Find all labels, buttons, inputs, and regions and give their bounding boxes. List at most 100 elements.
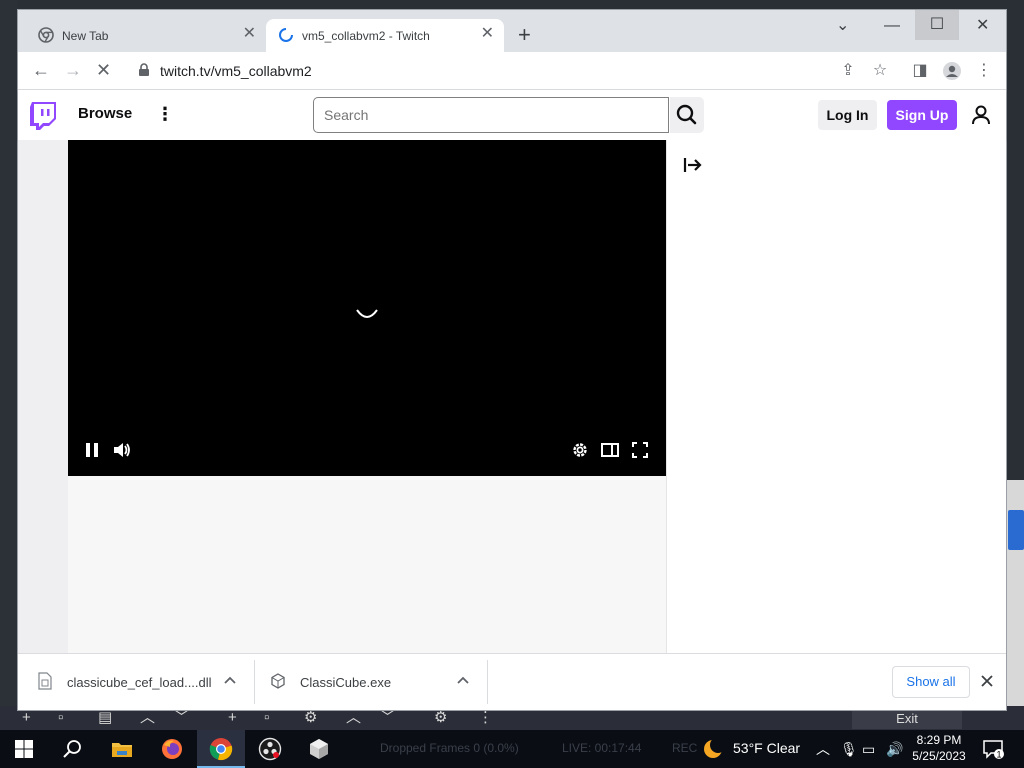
weather-readout[interactable]: 53°F Clear <box>733 740 800 756</box>
firefox-icon[interactable] <box>160 737 184 761</box>
plus-icon[interactable]: + <box>228 710 237 726</box>
collapse-chat-icon[interactable] <box>683 156 703 174</box>
windows-start-icon[interactable] <box>12 737 36 761</box>
minimize-icon[interactable]: — <box>884 16 900 36</box>
file-explorer-icon[interactable] <box>110 737 134 761</box>
browser-window: New Tab ✕ vm5_collabvm2 - Twitch ✕ + ⌄ —… <box>18 10 1006 710</box>
chat-panel <box>666 140 1006 653</box>
close-tab-icon[interactable]: ✕ <box>481 26 494 42</box>
background-terminal-text <box>0 370 10 490</box>
channel-info-area <box>68 476 666 653</box>
share-icon[interactable]: ⇪ <box>838 61 858 81</box>
gear-icon[interactable]: ⚙ <box>434 710 447 726</box>
download-item[interactable]: ClassiCube.exe <box>255 660 488 704</box>
classicube-icon[interactable] <box>307 737 331 761</box>
tab-twitch[interactable]: vm5_collabvm2 - Twitch ✕ <box>266 19 504 52</box>
maximize-icon[interactable]: ☐ <box>915 10 959 40</box>
side-navigation <box>18 140 68 653</box>
search-input[interactable] <box>313 97 669 133</box>
clock-date: 5/25/2023 <box>912 749 966 763</box>
login-button[interactable]: Log In <box>818 100 877 130</box>
volume-icon[interactable] <box>112 440 132 460</box>
system-clock[interactable]: 8:29 PM 5/25/2023 <box>908 732 970 764</box>
obs-icon[interactable] <box>258 737 282 761</box>
notification-count: 1 <box>996 750 1001 760</box>
clock-time: 8:29 PM <box>916 733 962 747</box>
settings-gear-icon[interactable] <box>570 440 590 460</box>
new-tab-icon[interactable]: + <box>518 24 531 46</box>
chevron-up-icon[interactable]: ︿ <box>816 740 830 758</box>
search-icon[interactable] <box>60 737 84 761</box>
notification-icon[interactable]: 1 <box>982 738 1004 760</box>
speaker-icon[interactable]: 🔊 <box>886 740 903 758</box>
side-panel-icon[interactable]: ◨ <box>910 61 930 81</box>
downloads-bar: classicube_cef_load....dll ClassiCube.ex… <box>18 653 1006 710</box>
download-filename: classicube_cef_load....dll <box>67 675 212 690</box>
tab-title: vm5_collabvm2 - Twitch <box>302 29 430 43</box>
download-item[interactable]: classicube_cef_load....dll <box>18 660 255 704</box>
stop-loading-icon[interactable]: ✕ <box>96 60 111 80</box>
rec-status-text: REC <box>672 741 698 755</box>
address-bar[interactable]: twitch.tv/vm5_collabvm2 <box>122 56 862 86</box>
close-window-icon[interactable]: ✕ <box>976 16 989 36</box>
pause-icon[interactable] <box>82 440 102 460</box>
lock-icon[interactable] <box>138 63 150 77</box>
signup-button[interactable]: Sign Up <box>887 100 957 130</box>
live-timer-text: LIVE: 00:17:44 <box>562 741 642 755</box>
browse-link[interactable]: Browse <box>78 105 132 122</box>
twitch-header: Browse ⋮ Log In Sign Up <box>18 90 1006 140</box>
chevron-down-icon[interactable]: ﹀ <box>380 710 395 726</box>
chevron-up-icon[interactable] <box>221 672 239 690</box>
theatre-mode-icon[interactable] <box>600 440 620 460</box>
weather-condition-text: Clear <box>766 740 801 756</box>
tab-new-tab[interactable]: New Tab ✕ <box>26 19 266 52</box>
chrome-icon[interactable] <box>209 737 233 761</box>
temperature-text: 53°F <box>733 740 763 756</box>
close-downloads-icon[interactable] <box>978 672 996 690</box>
search-icon <box>676 104 697 125</box>
properties-icon[interactable]: ▤ <box>98 710 112 726</box>
plus-icon[interactable]: + <box>22 710 31 726</box>
chevron-up-icon[interactable] <box>454 672 472 690</box>
show-all-button[interactable]: Show all <box>892 666 970 698</box>
chevron-up-icon[interactable]: ︿ <box>346 710 361 726</box>
fullscreen-icon[interactable] <box>630 440 650 460</box>
back-icon[interactable]: ← <box>32 60 50 80</box>
browser-toolbar: ← → ✕ twitch.tv/vm5_collabvm2 ⇪ ☆ ◨ ⋮ <box>18 52 1006 90</box>
file-icon <box>38 672 52 690</box>
download-filename: ClassiCube.exe <box>300 675 392 690</box>
loading-spinner-icon <box>356 309 378 318</box>
chevron-up-icon[interactable]: ︿ <box>140 710 155 726</box>
trash-icon[interactable]: ▫ <box>58 710 63 726</box>
background-window-left <box>0 0 18 730</box>
video-player[interactable] <box>68 140 666 476</box>
browser-menu-icon[interactable]: ⋮ <box>974 61 994 81</box>
loading-spinner-icon <box>279 28 293 42</box>
url-text: twitch.tv/vm5_collabvm2 <box>160 63 312 79</box>
background-window-accent <box>1008 510 1024 550</box>
more-vertical-icon[interactable]: ⋮ <box>478 710 493 726</box>
exit-button[interactable]: Exit <box>852 709 962 729</box>
dropped-frames-text: Dropped Frames 0 (0.0%) <box>380 741 519 755</box>
trash-icon[interactable]: ▫ <box>264 710 269 726</box>
tab-search-icon[interactable]: ⌄ <box>836 16 849 36</box>
twitch-page: Browse ⋮ Log In Sign Up <box>18 90 1006 653</box>
microphone-icon[interactable]: 🎙 <box>840 740 858 758</box>
close-tab-icon[interactable]: ✕ <box>243 26 256 42</box>
background-window-right <box>1006 480 1024 730</box>
more-options-icon[interactable]: ⋮ <box>156 104 174 124</box>
search-button[interactable] <box>670 97 704 133</box>
bookmark-star-icon[interactable]: ☆ <box>870 61 890 81</box>
windows-taskbar: Dropped Frames 0 (0.0%) LIVE: 00:17:44 R… <box>0 730 1024 768</box>
chevron-down-icon[interactable]: ﹀ <box>174 710 189 726</box>
gear-icon[interactable]: ⚙ <box>304 710 317 726</box>
forward-icon[interactable]: → <box>64 60 82 80</box>
tab-strip: New Tab ✕ vm5_collabvm2 - Twitch ✕ + ⌄ —… <box>18 10 1006 52</box>
exe-icon <box>271 673 285 689</box>
user-icon[interactable] <box>970 104 992 126</box>
profile-avatar-icon[interactable] <box>942 61 962 81</box>
twitch-logo-icon[interactable] <box>30 102 56 130</box>
network-icon[interactable]: ▭ <box>862 740 875 758</box>
chrome-icon <box>38 27 54 43</box>
moon-weather-icon[interactable] <box>702 737 726 761</box>
